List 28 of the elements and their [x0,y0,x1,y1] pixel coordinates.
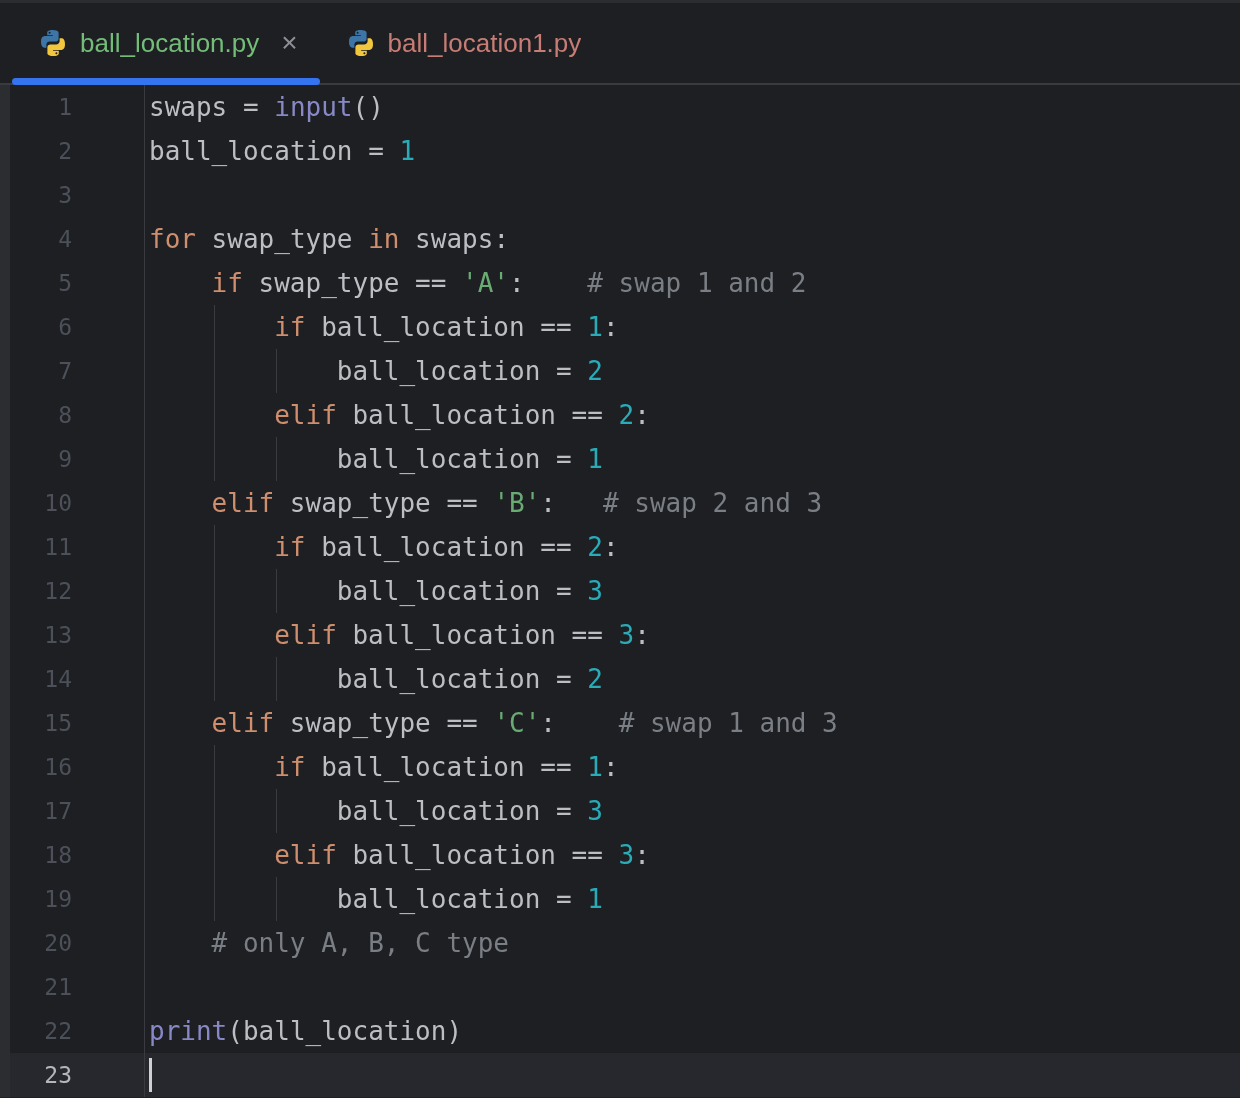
code-line: ball_location = 2 [336,663,603,696]
code-line: ball_location = 3 [336,795,603,828]
code-line: elif swap_type == 'C': # swap 1 and 3 [211,707,838,740]
tab-label: ball_location1.py [387,27,582,59]
text-cursor [149,1058,152,1092]
code-line: if ball_location == 2: [274,531,619,564]
code-line: # only A, B, C type [211,927,509,960]
code-line: elif ball_location == 3: [274,619,650,652]
code-line: elif ball_location == 3: [274,839,650,872]
tab-label: ball_location.py [80,27,260,59]
code-line: ball_location = 3 [336,575,603,608]
file-tab[interactable]: ball_location1.py [319,3,604,83]
code-line: elif swap_type == 'B': # swap 2 and 3 [211,487,823,520]
code-line: ball_location = 2 [336,355,603,388]
code-line: print(ball_location) [149,1015,463,1048]
code-line: for swap_type in swaps: [149,223,510,256]
code-line: ball_location = 1 [336,443,603,476]
file-tab[interactable]: ball_location.py × [12,3,320,83]
code-line: if ball_location == 1: [274,751,619,784]
code-line: ball_location = 1 [336,883,603,916]
code-line: swaps = input() [149,91,384,124]
line-number: 23 [44,1062,72,1088]
code-line: if swap_type == 'A': # swap 1 and 2 [211,267,807,300]
code-line: if ball_location == 1: [274,311,619,344]
python-icon [38,28,68,58]
close-tab-button[interactable]: × [281,27,298,59]
code-line: ball_location = 1 [149,135,416,168]
code-line: elif ball_location == 2: [274,399,650,432]
